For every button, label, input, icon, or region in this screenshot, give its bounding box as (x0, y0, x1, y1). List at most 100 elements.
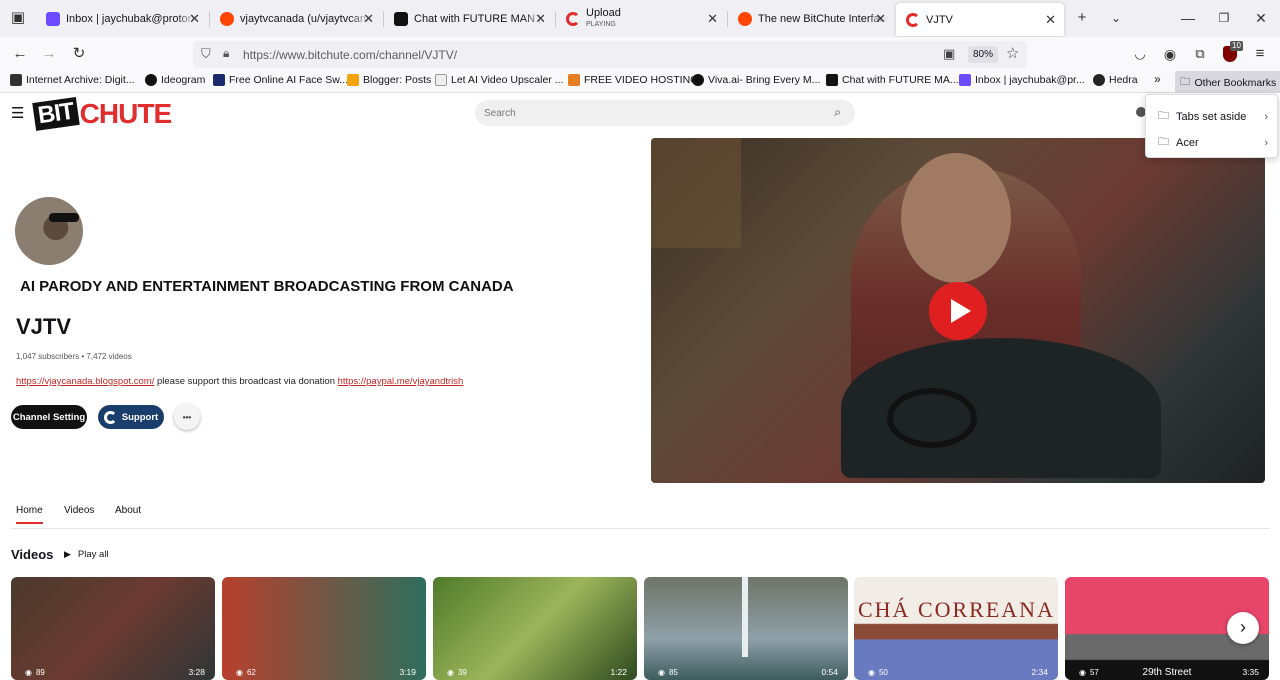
video-thumbnail[interactable]: ◉ 89 3:28 (11, 577, 215, 680)
faceswap-icon (213, 74, 225, 86)
sunglasses-icon (49, 213, 79, 222)
tab-about[interactable]: About (115, 505, 141, 516)
video-duration: 0:54 (821, 667, 838, 677)
browser-tab-strip: ▣ Inbox | jaychubak@protonmail ✕ vjaytvc… (0, 0, 1280, 37)
more-options-button[interactable]: ••• (174, 404, 200, 430)
browser-tab[interactable]: The new BitChute Interface ✕ (728, 0, 894, 37)
hamburger-menu-icon[interactable]: ☰ (11, 104, 24, 122)
menu-item-acer[interactable]: 🗀 Acer › (1158, 133, 1268, 152)
eye-icon: ◉ (658, 668, 665, 677)
close-tab-icon[interactable]: ✕ (1045, 12, 1056, 28)
play-all-button[interactable]: ▶ Play all (64, 549, 109, 560)
bookmark-item[interactable]: Viva.ai- Bring Every M... (692, 74, 820, 86)
play-icon (951, 299, 971, 323)
tab-videos[interactable]: Videos (64, 505, 94, 516)
video-thumbnail[interactable]: CHÁ CORREANA ◉ 50 2:34 (854, 577, 1058, 680)
close-tab-icon[interactable]: ✕ (875, 11, 886, 27)
new-tab-icon[interactable]: + (1070, 7, 1094, 29)
search-input[interactable]: Search ⌕ (475, 100, 855, 126)
minimize-icon[interactable]: — (1176, 7, 1200, 29)
characterai-icon (826, 74, 838, 86)
active-tab-indicator (16, 522, 43, 524)
featured-video-thumbnail[interactable] (651, 138, 1265, 483)
account-icon[interactable]: ◉ (1158, 43, 1182, 65)
bookmark-item[interactable]: Inbox | jaychubak@pr... (959, 74, 1085, 86)
blog-link[interactable]: https://vjaycanada.blogspot.com/ (16, 376, 154, 387)
bitchute-icon (906, 12, 920, 27)
browser-tab[interactable]: Inbox | jaychubak@protonmail ✕ (36, 0, 208, 37)
menu-item-tabs-set-aside[interactable]: 🗀 Tabs set aside › (1158, 107, 1268, 126)
zoom-level[interactable]: 80% (968, 46, 998, 63)
chevron-more-icon[interactable]: » (1154, 72, 1161, 86)
extensions-icon[interactable]: ⧉ (1188, 43, 1212, 65)
waterfall-icon (742, 577, 748, 657)
bookmark-item[interactable]: Ideogram (145, 74, 205, 86)
close-tab-icon[interactable]: ✕ (189, 11, 200, 27)
bookmark-item[interactable]: Hedra (1093, 74, 1138, 86)
close-tab-icon[interactable]: ✕ (535, 11, 546, 27)
shield-icon[interactable]: ⛉ (201, 46, 211, 62)
back-icon[interactable]: ← (8, 43, 32, 65)
bookmark-item[interactable]: Let AI Video Upscaler ... (435, 74, 563, 86)
menu-icon[interactable]: ≡ (1248, 43, 1272, 65)
pocket-icon[interactable]: ◡ (1128, 43, 1152, 65)
archive-icon (10, 74, 22, 86)
tab-list-icon[interactable]: ▣ (6, 7, 30, 29)
forward-icon[interactable]: → (37, 43, 61, 65)
reload-icon[interactable]: ↻ (67, 43, 91, 65)
hedra-icon (1093, 74, 1105, 86)
folder-icon: 🗀 (1180, 76, 1191, 88)
search-icon[interactable]: ⌕ (834, 105, 841, 120)
protonmail-icon (46, 11, 60, 26)
play-button[interactable] (929, 282, 987, 340)
chevron-right-icon: › (1264, 110, 1268, 123)
video-duration: 3:19 (399, 667, 416, 677)
restore-icon[interactable]: ❐ (1212, 7, 1236, 29)
protonmail-icon (959, 74, 971, 86)
channel-setting-button[interactable]: Channel Setting (11, 405, 87, 429)
view-count: ◉ 89 (25, 668, 45, 677)
characterai-icon (394, 11, 408, 26)
url-bar[interactable]: ⛉ 🔒︎ https://www.bitchute.com/channel/VJ… (193, 41, 1027, 68)
browser-tab[interactable]: Upload PLAYING ✕ (556, 0, 726, 37)
video-duration: 3:28 (188, 667, 205, 677)
bookmark-item[interactable]: Chat with FUTURE MA... (826, 74, 959, 86)
bookmark-item[interactable]: Free Online AI Face Sw... (213, 74, 348, 86)
video-thumbnail[interactable]: ◉ 39 1:22 (433, 577, 637, 680)
eye-icon: ◉ (25, 668, 32, 677)
eye-icon: ◉ (1079, 668, 1086, 677)
section-title: Videos (11, 547, 54, 562)
close-tab-icon[interactable]: ✕ (363, 11, 374, 27)
thumbnail-overlay-text: CHÁ CORREANA (858, 597, 1055, 622)
paypal-link[interactable]: https://paypal.me/vjayandtrish (338, 376, 464, 387)
lock-icon[interactable]: 🔒︎ (223, 46, 229, 61)
bookmark-item[interactable]: FREE VIDEO HOSTING (568, 74, 698, 86)
other-bookmarks-button[interactable]: 🗀 Other Bookmarks (1175, 71, 1280, 95)
support-button[interactable]: Support (98, 405, 164, 429)
bookmark-star-icon[interactable]: ☆ (1006, 44, 1019, 62)
channel-name: VJTV (16, 314, 72, 339)
close-tab-icon[interactable]: ✕ (707, 11, 718, 27)
video-thumbnail[interactable]: ◉ 62 3:19 (222, 577, 426, 680)
bookmark-item[interactable]: Blogger: Posts (347, 74, 431, 86)
tab-home[interactable]: Home (16, 505, 43, 516)
channel-stats: 1,047 subscribers • 7,472 videos (16, 352, 132, 361)
view-count: ◉ 85 (658, 668, 678, 677)
close-window-icon[interactable]: ✕ (1249, 7, 1273, 29)
video-thumbnail[interactable]: ◉ 85 0:54 (644, 577, 848, 680)
browser-tab[interactable]: vjaytvcanada (u/vjaytvcanada ✕ (210, 0, 382, 37)
ublock-icon[interactable]: 10 (1218, 41, 1243, 65)
bookmark-item[interactable]: Internet Archive: Digit... (10, 74, 135, 86)
reader-mode-icon[interactable]: ▣ (943, 46, 955, 62)
chevron-right-icon: › (1240, 617, 1246, 637)
chevron-down-icon[interactable]: ⌄ (1104, 7, 1128, 29)
url-text[interactable]: https://www.bitchute.com/channel/VJTV/ (243, 48, 457, 62)
upscaler-icon (435, 74, 447, 86)
carousel-next-button[interactable]: › (1227, 612, 1259, 644)
folder-icon: 🗀 (1158, 136, 1169, 148)
browser-tab[interactable]: Chat with FUTURE MAN | ch ✕ (384, 0, 554, 37)
bitchute-page: ☰ BIT CHUTE Search ⌕ AI PARODY AND ENTER… (0, 93, 1280, 680)
bitchute-logo[interactable]: BIT CHUTE (32, 97, 172, 131)
channel-avatar (15, 197, 83, 265)
browser-tab-active[interactable]: VJTV ✕ (896, 3, 1064, 36)
